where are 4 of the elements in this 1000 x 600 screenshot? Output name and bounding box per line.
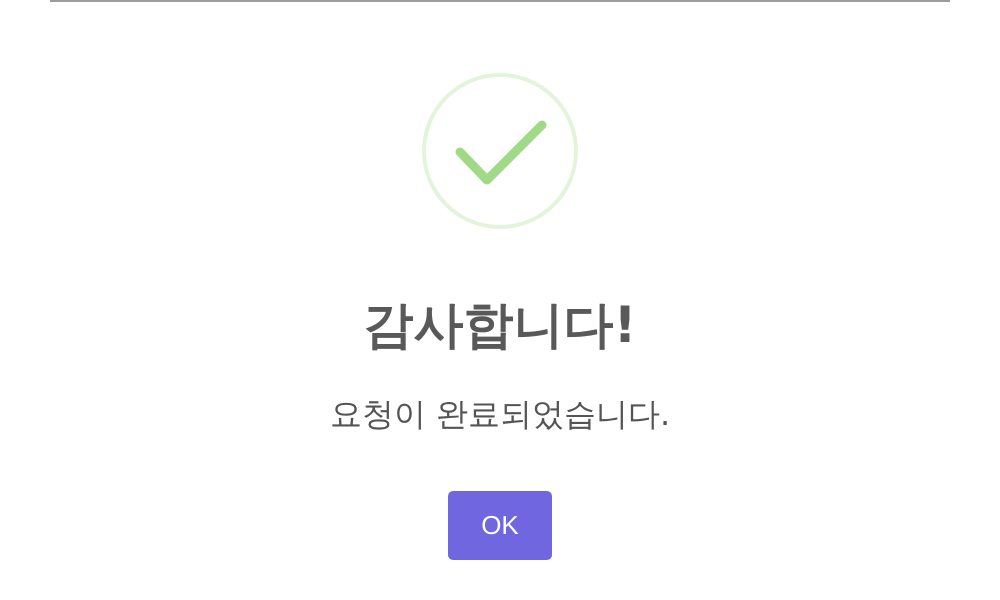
ok-button[interactable]: OK [448,491,552,560]
check-circle-icon [422,73,578,229]
dialog-message: 요청이 완료되었습니다. [330,395,670,433]
dialog-title: 감사합니다! [364,295,636,355]
